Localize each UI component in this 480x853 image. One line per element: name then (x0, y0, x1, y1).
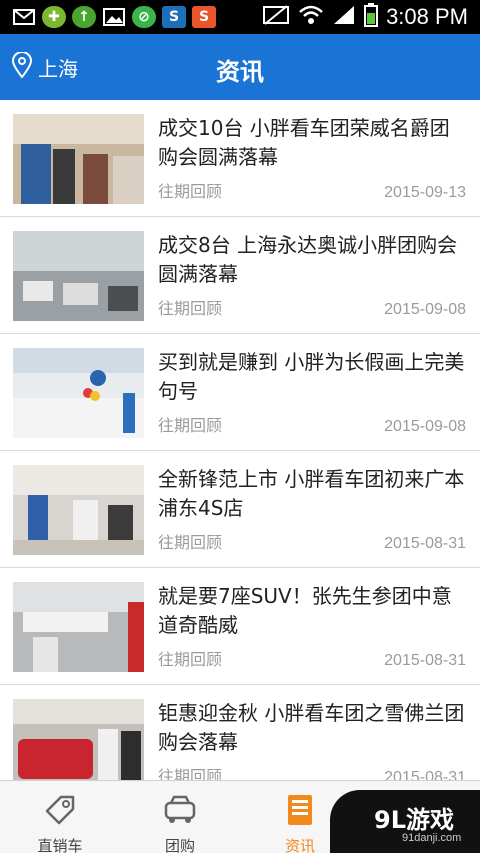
upload-app-icon: ↑ (72, 6, 96, 28)
tab-label: 团购 (164, 837, 195, 853)
mail-icon (12, 6, 36, 28)
news-thumbnail (13, 465, 144, 555)
news-item[interactable]: 全新锋范上市 小胖看车团初来广本浦东4S店 往期回顾 2015-08-31 (0, 451, 480, 568)
lock-app-icon: ⊘ (132, 6, 156, 28)
news-thumbnail (13, 348, 144, 438)
news-item[interactable]: 就是要7座SUV！张先生参团中意道奇酷威 往期回顾 2015-08-31 (0, 568, 480, 685)
status-bar: ✚ ↑ ⊘ S S 3:08 PM (0, 0, 480, 34)
news-list: 成交10台 小胖看车团荣威名爵团购会圆满落幕 往期回顾 2015-09-13 成… (0, 100, 480, 780)
tab-label: 资讯 (284, 837, 315, 853)
tab-direct-sale[interactable]: 直销车 (0, 781, 120, 853)
watermark-site: 91danji.com (402, 832, 462, 844)
app-header: 上海 资讯 (0, 34, 480, 100)
site-watermark: 9L游戏 91danji.com (330, 790, 480, 853)
battery-icon (364, 3, 379, 31)
tab-label: 直销车 (37, 837, 83, 853)
news-thumbnail (13, 582, 144, 672)
image-icon (102, 6, 126, 28)
news-date: 2015-09-08 (384, 418, 466, 435)
news-item[interactable]: 钜惠迎金秋 小胖看车团之雪佛兰团购会落幕 往期回顾 2015-08-31 (0, 685, 480, 780)
news-title: 全新锋范上市 小胖看车团初来广本浦东4S店 (158, 467, 465, 520)
news-tag: 往期回顾 (158, 416, 223, 435)
news-date: 2015-08-31 (384, 652, 466, 669)
news-item[interactable]: 成交10台 小胖看车团荣威名爵团购会圆满落幕 往期回顾 2015-09-13 (0, 100, 480, 217)
wifi-icon (298, 4, 324, 30)
sogou-icon: S (192, 6, 216, 28)
news-thumbnail (13, 231, 144, 321)
plus-app-icon: ✚ (42, 6, 66, 28)
news-tag: 往期回顾 (158, 650, 223, 669)
news-date: 2015-09-08 (384, 301, 466, 318)
signal-icon (332, 4, 356, 30)
status-time: 3:08 PM (386, 4, 468, 29)
news-title: 成交8台 上海永达奥诚小胖团购会圆满落幕 (158, 233, 458, 286)
news-item[interactable]: 买到就是赚到 小胖为长假画上完美句号 往期回顾 2015-09-08 (0, 334, 480, 451)
news-date: 2015-08-31 (384, 769, 466, 780)
car-icon (163, 793, 197, 831)
news-item[interactable]: 成交8台 上海永达奥诚小胖团购会圆满落幕 往期回顾 2015-09-08 (0, 217, 480, 334)
page-title: 资讯 (216, 58, 264, 86)
news-tag: 往期回顾 (158, 299, 223, 318)
news-icon (283, 793, 317, 831)
news-tag: 往期回顾 (158, 767, 223, 780)
news-date: 2015-08-31 (384, 535, 466, 552)
news-title: 买到就是赚到 小胖为长假画上完美句号 (158, 350, 465, 403)
news-date: 2015-09-13 (384, 184, 466, 201)
tab-group-buy[interactable]: 团购 (120, 781, 240, 853)
news-tag: 往期回顾 (158, 182, 223, 201)
news-thumbnail (13, 114, 144, 204)
news-thumbnail (13, 699, 144, 780)
news-title: 钜惠迎金秋 小胖看车团之雪佛兰团购会落幕 (158, 701, 465, 754)
tag-icon (43, 793, 77, 831)
news-title: 就是要7座SUV！张先生参团中意道奇酷威 (158, 584, 452, 637)
news-title: 成交10台 小胖看车团荣威名爵团购会圆满落幕 (158, 116, 450, 169)
s-app-icon: S (162, 6, 186, 28)
mute-icon (262, 4, 290, 30)
watermark-brand: 9L游戏 (374, 806, 454, 834)
news-tag: 往期回顾 (158, 533, 223, 552)
